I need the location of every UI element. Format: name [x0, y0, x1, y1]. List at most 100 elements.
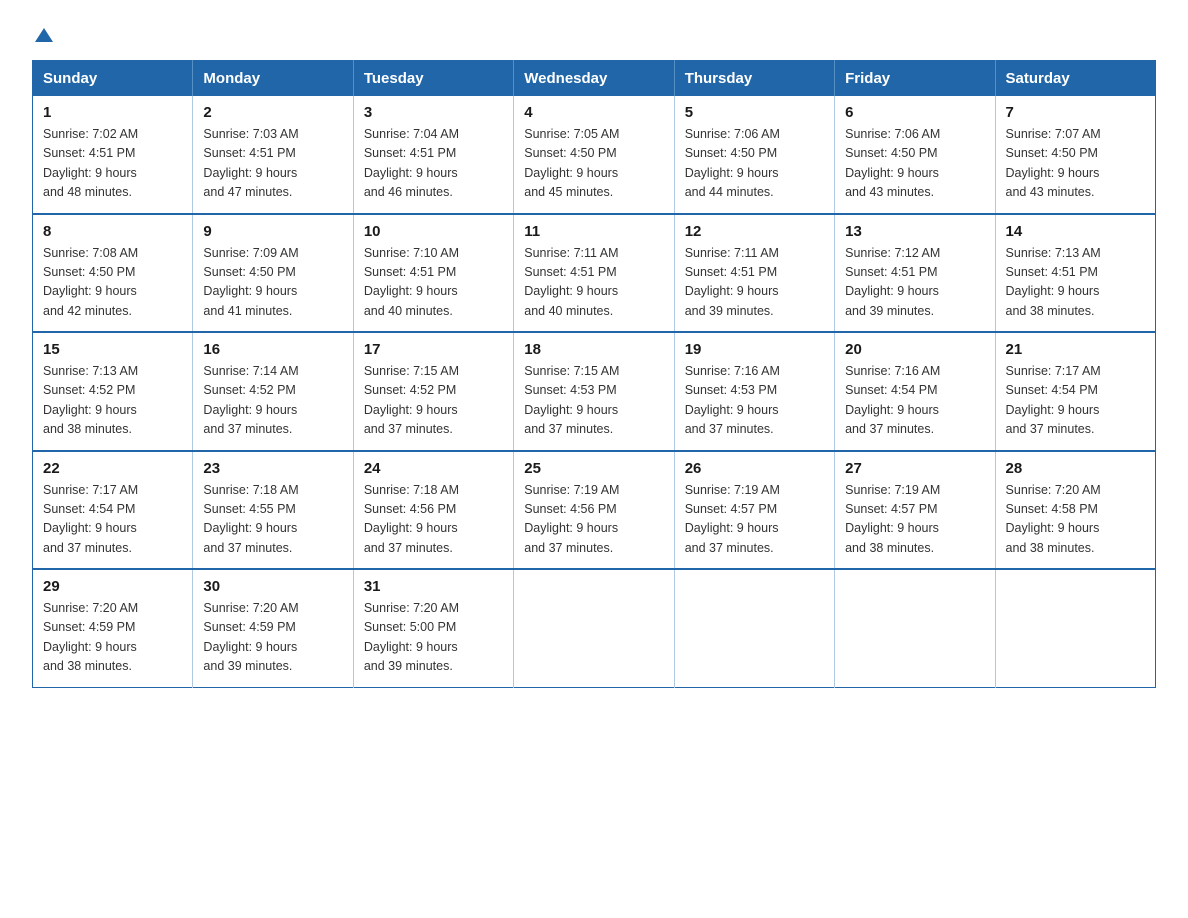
calendar-day-cell: 1Sunrise: 7:02 AMSunset: 4:51 PMDaylight… [33, 96, 193, 214]
day-number: 9 [203, 223, 342, 240]
header-wednesday: Wednesday [514, 61, 674, 97]
calendar-day-cell: 6 Sunrise: 7:06 AMSunset: 4:50 PMDaylight… [835, 96, 995, 214]
calendar-day-cell: 25 Sunrise: 7:19 AMSunset: 4:56 PMDayligh… [514, 451, 674, 570]
day-number: 26 [685, 460, 824, 477]
page-header [32, 24, 1156, 42]
day-sun-info: Sunrise: 7:03 AMSunset: 4:51 PMDaylight:… [203, 125, 342, 203]
calendar-week-row: 29Sunrise: 7:20 AMSunset: 4:59 PMDayligh… [33, 569, 1156, 687]
day-sun-info: Sunrise: 7:04 AMSunset: 4:51 PMDaylight:… [364, 125, 503, 203]
day-number: 24 [364, 460, 503, 477]
header-monday: Monday [193, 61, 353, 97]
day-number: 7 [1006, 104, 1145, 121]
day-sun-info: Sunrise: 7:20 AMSunset: 4:58 PMDaylight:… [1006, 481, 1145, 559]
day-number: 2 [203, 104, 342, 121]
day-number: 19 [685, 341, 824, 358]
calendar-day-cell [514, 569, 674, 687]
day-sun-info: Sunrise: 7:11 AMSunset: 4:51 PMDaylight:… [524, 244, 663, 322]
weekday-header-row: Sunday Monday Tuesday Wednesday Thursday… [33, 61, 1156, 97]
day-sun-info: Sunrise: 7:08 AMSunset: 4:50 PMDaylight:… [43, 244, 182, 322]
header-friday: Friday [835, 61, 995, 97]
day-number: 28 [1006, 460, 1145, 477]
day-number: 21 [1006, 341, 1145, 358]
day-sun-info: Sunrise: 7:20 AMSunset: 5:00 PMDaylight:… [364, 599, 503, 677]
calendar-day-cell: 21 Sunrise: 7:17 AMSunset: 4:54 PMDayligh… [995, 332, 1155, 451]
day-sun-info: Sunrise: 7:16 AMSunset: 4:54 PMDaylight:… [845, 362, 984, 440]
header-saturday: Saturday [995, 61, 1155, 97]
day-sun-info: Sunrise: 7:09 AMSunset: 4:50 PMDaylight:… [203, 244, 342, 322]
day-number: 23 [203, 460, 342, 477]
day-number: 20 [845, 341, 984, 358]
calendar-day-cell: 3 Sunrise: 7:04 AMSunset: 4:51 PMDaylight… [353, 96, 513, 214]
day-number: 25 [524, 460, 663, 477]
calendar-week-row: 1Sunrise: 7:02 AMSunset: 4:51 PMDaylight… [33, 96, 1156, 214]
day-number: 6 [845, 104, 984, 121]
day-number: 1 [43, 104, 182, 121]
day-number: 22 [43, 460, 182, 477]
calendar-table: Sunday Monday Tuesday Wednesday Thursday… [32, 60, 1156, 688]
calendar-week-row: 15Sunrise: 7:13 AMSunset: 4:52 PMDayligh… [33, 332, 1156, 451]
calendar-day-cell: 22 Sunrise: 7:17 AMSunset: 4:54 PMDayligh… [33, 451, 193, 570]
day-number: 30 [203, 578, 342, 595]
calendar-body: 1Sunrise: 7:02 AMSunset: 4:51 PMDaylight… [33, 96, 1156, 687]
day-number: 12 [685, 223, 824, 240]
day-number: 11 [524, 223, 663, 240]
calendar-day-cell: 20 Sunrise: 7:16 AMSunset: 4:54 PMDayligh… [835, 332, 995, 451]
day-sun-info: Sunrise: 7:19 AMSunset: 4:57 PMDaylight:… [685, 481, 824, 559]
day-sun-info: Sunrise: 7:11 AMSunset: 4:51 PMDaylight:… [685, 244, 824, 322]
day-number: 3 [364, 104, 503, 121]
day-sun-info: Sunrise: 7:16 AMSunset: 4:53 PMDaylight:… [685, 362, 824, 440]
day-sun-info: Sunrise: 7:17 AMSunset: 4:54 PMDaylight:… [1006, 362, 1145, 440]
day-sun-info: Sunrise: 7:10 AMSunset: 4:51 PMDaylight:… [364, 244, 503, 322]
day-number: 10 [364, 223, 503, 240]
calendar-day-cell: 5 Sunrise: 7:06 AMSunset: 4:50 PMDaylight… [674, 96, 834, 214]
day-sun-info: Sunrise: 7:14 AMSunset: 4:52 PMDaylight:… [203, 362, 342, 440]
calendar-day-cell [835, 569, 995, 687]
calendar-day-cell: 8Sunrise: 7:08 AMSunset: 4:50 PMDaylight… [33, 214, 193, 333]
calendar-week-row: 8Sunrise: 7:08 AMSunset: 4:50 PMDaylight… [33, 214, 1156, 333]
calendar-day-cell: 29Sunrise: 7:20 AMSunset: 4:59 PMDayligh… [33, 569, 193, 687]
calendar-week-row: 22 Sunrise: 7:17 AMSunset: 4:54 PMDayligh… [33, 451, 1156, 570]
calendar-day-cell: 12 Sunrise: 7:11 AMSunset: 4:51 PMDayligh… [674, 214, 834, 333]
day-number: 17 [364, 341, 503, 358]
day-number: 31 [364, 578, 503, 595]
day-number: 4 [524, 104, 663, 121]
day-sun-info: Sunrise: 7:20 AMSunset: 4:59 PMDaylight:… [203, 599, 342, 677]
day-sun-info: Sunrise: 7:18 AMSunset: 4:56 PMDaylight:… [364, 481, 503, 559]
header-tuesday: Tuesday [353, 61, 513, 97]
calendar-day-cell: 31 Sunrise: 7:20 AMSunset: 5:00 PMDayligh… [353, 569, 513, 687]
calendar-day-cell: 16Sunrise: 7:14 AMSunset: 4:52 PMDayligh… [193, 332, 353, 451]
calendar-day-cell: 10 Sunrise: 7:10 AMSunset: 4:51 PMDayligh… [353, 214, 513, 333]
day-sun-info: Sunrise: 7:19 AMSunset: 4:56 PMDaylight:… [524, 481, 663, 559]
calendar-day-cell: 15Sunrise: 7:13 AMSunset: 4:52 PMDayligh… [33, 332, 193, 451]
day-sun-info: Sunrise: 7:13 AMSunset: 4:51 PMDaylight:… [1006, 244, 1145, 322]
calendar-day-cell: 28 Sunrise: 7:20 AMSunset: 4:58 PMDayligh… [995, 451, 1155, 570]
header-thursday: Thursday [674, 61, 834, 97]
calendar-day-cell: 17 Sunrise: 7:15 AMSunset: 4:52 PMDayligh… [353, 332, 513, 451]
day-sun-info: Sunrise: 7:15 AMSunset: 4:52 PMDaylight:… [364, 362, 503, 440]
calendar-day-cell: 24 Sunrise: 7:18 AMSunset: 4:56 PMDayligh… [353, 451, 513, 570]
logo [32, 24, 55, 42]
header-sunday: Sunday [33, 61, 193, 97]
calendar-day-cell: 2 Sunrise: 7:03 AMSunset: 4:51 PMDaylight… [193, 96, 353, 214]
calendar-day-cell: 7Sunrise: 7:07 AMSunset: 4:50 PMDaylight… [995, 96, 1155, 214]
day-sun-info: Sunrise: 7:12 AMSunset: 4:51 PMDaylight:… [845, 244, 984, 322]
day-sun-info: Sunrise: 7:05 AMSunset: 4:50 PMDaylight:… [524, 125, 663, 203]
day-sun-info: Sunrise: 7:17 AMSunset: 4:54 PMDaylight:… [43, 481, 182, 559]
day-number: 14 [1006, 223, 1145, 240]
calendar-day-cell: 18 Sunrise: 7:15 AMSunset: 4:53 PMDayligh… [514, 332, 674, 451]
day-number: 18 [524, 341, 663, 358]
day-number: 5 [685, 104, 824, 121]
calendar-day-cell: 9 Sunrise: 7:09 AMSunset: 4:50 PMDaylight… [193, 214, 353, 333]
day-sun-info: Sunrise: 7:13 AMSunset: 4:52 PMDaylight:… [43, 362, 182, 440]
day-sun-info: Sunrise: 7:20 AMSunset: 4:59 PMDaylight:… [43, 599, 182, 677]
calendar-day-cell: 30 Sunrise: 7:20 AMSunset: 4:59 PMDayligh… [193, 569, 353, 687]
day-sun-info: Sunrise: 7:06 AMSunset: 4:50 PMDaylight:… [845, 125, 984, 203]
calendar-day-cell [674, 569, 834, 687]
calendar-day-cell: 27Sunrise: 7:19 AMSunset: 4:57 PMDayligh… [835, 451, 995, 570]
day-sun-info: Sunrise: 7:15 AMSunset: 4:53 PMDaylight:… [524, 362, 663, 440]
calendar-day-cell: 11 Sunrise: 7:11 AMSunset: 4:51 PMDayligh… [514, 214, 674, 333]
logo-arrow-icon [32, 24, 55, 46]
calendar-day-cell [995, 569, 1155, 687]
day-sun-info: Sunrise: 7:06 AMSunset: 4:50 PMDaylight:… [685, 125, 824, 203]
calendar-day-cell: 26 Sunrise: 7:19 AMSunset: 4:57 PMDayligh… [674, 451, 834, 570]
